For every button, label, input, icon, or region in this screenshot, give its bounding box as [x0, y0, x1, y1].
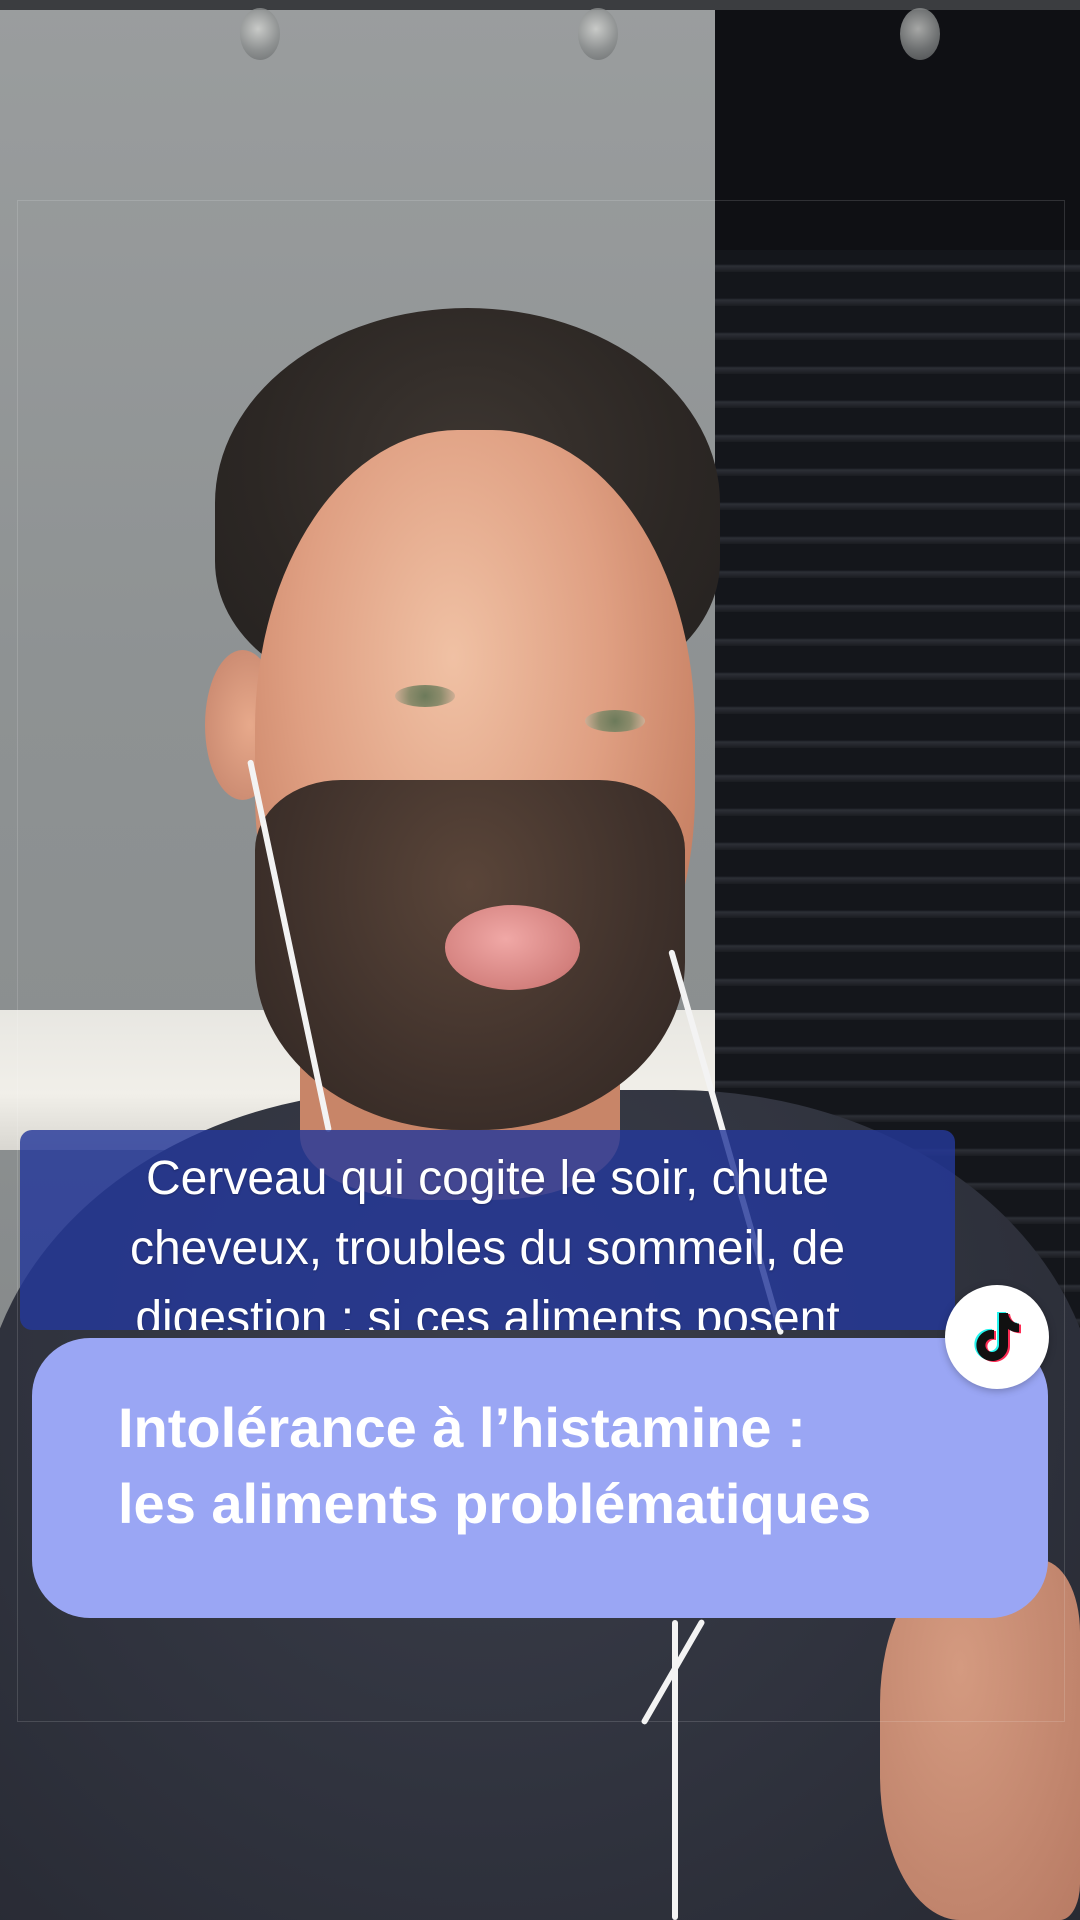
person-lips: [445, 905, 580, 990]
tiktok-logo-icon: [974, 1312, 1021, 1362]
title-line: Intolérance à l’histamine :: [118, 1396, 806, 1459]
caption-line: cheveux, troubles du sommeil, de: [129, 1222, 846, 1275]
person-eye: [395, 685, 455, 707]
title-line: les aliments problématiques: [118, 1472, 872, 1535]
light-bulb: [578, 8, 618, 60]
video-frame[interactable]: Cerveau qui cogite le soir, chute cheveu…: [0, 0, 1080, 1920]
caption-line: Cerveau qui cogite le soir, chute: [145, 1152, 830, 1205]
tiktok-button[interactable]: [945, 1285, 1049, 1389]
video-background: [0, 0, 1080, 1920]
shutter-shadow: [715, 0, 1080, 250]
person-eye: [585, 710, 645, 732]
subtitle-caption: Cerveau qui cogite le soir, chute cheveu…: [20, 1130, 955, 1330]
light-bulb: [900, 8, 940, 60]
title-card: Intolérance à l’histamine : les aliments…: [32, 1338, 1048, 1618]
light-bulb: [240, 8, 280, 60]
caption-line: digestion : si ces aliments posent: [135, 1292, 840, 1330]
